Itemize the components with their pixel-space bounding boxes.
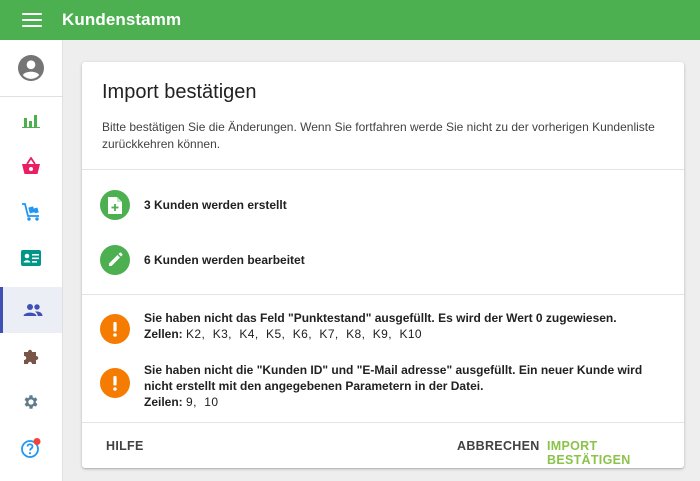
warning-message: Sie haben nicht die "Kunden ID" und "E-M… bbox=[144, 363, 643, 393]
dialog-description: Bitte bestätigen Sie die Änderungen. Wen… bbox=[102, 120, 655, 151]
sidebar-item-customers[interactable] bbox=[0, 287, 62, 333]
sidebar bbox=[0, 40, 63, 481]
divider bbox=[82, 294, 684, 295]
sidebar-item-contacts[interactable] bbox=[0, 235, 62, 281]
cancel-button[interactable]: ABBRECHEN bbox=[457, 439, 540, 453]
dialog-title: Import bestätigen bbox=[102, 81, 257, 103]
warning-item: Sie haben nicht das Feld "Punktestand" a… bbox=[100, 310, 617, 344]
sidebar-item-plugins[interactable] bbox=[0, 333, 62, 379]
gear-icon bbox=[24, 395, 38, 409]
warning-body: Sie haben nicht die "Kunden ID" und "E-M… bbox=[144, 362, 644, 410]
basket-icon bbox=[22, 157, 40, 174]
warning-cells-label: Zellen: bbox=[144, 327, 183, 341]
sidebar-item-shop[interactable] bbox=[0, 143, 62, 189]
file-plus-icon bbox=[100, 190, 130, 220]
help-button[interactable]: HILFE bbox=[106, 439, 144, 453]
summary-created-text: 3 Kunden werden erstellt bbox=[144, 198, 287, 212]
warning-item: Sie haben nicht die "Kunden ID" und "E-M… bbox=[100, 362, 644, 410]
pencil-icon bbox=[100, 245, 130, 275]
app-bar: Kundenstamm bbox=[0, 0, 700, 40]
contact-card-icon bbox=[21, 250, 41, 266]
menu-icon[interactable] bbox=[22, 13, 42, 27]
sidebar-item-help[interactable] bbox=[0, 425, 62, 471]
summary-edited-text: 6 Kunden werden bearbeitet bbox=[144, 253, 305, 267]
exclamation-icon bbox=[100, 314, 130, 344]
puzzle-icon bbox=[24, 349, 39, 364]
summary-edited: 6 Kunden werden bearbeitet bbox=[100, 245, 305, 275]
exclamation-icon bbox=[100, 368, 130, 398]
sidebar-item-statistics[interactable] bbox=[0, 97, 62, 143]
sidebar-item-account[interactable] bbox=[0, 40, 62, 97]
warning-message: Sie haben nicht das Feld "Punktestand" a… bbox=[144, 311, 617, 325]
summary-created: 3 Kunden werden erstellt bbox=[100, 190, 287, 220]
notification-badge bbox=[33, 438, 41, 445]
confirm-import-button[interactable]: IMPORT BESTÄTIGEN bbox=[547, 439, 684, 467]
warning-cells: 9, 10 bbox=[186, 395, 219, 409]
account-circle-icon bbox=[18, 55, 44, 81]
sidebar-item-delivery[interactable] bbox=[0, 189, 62, 235]
bar-chart-icon bbox=[22, 115, 40, 128]
divider bbox=[82, 169, 684, 170]
help-icon bbox=[21, 438, 41, 458]
app-title: Kundenstamm bbox=[62, 10, 182, 29]
warning-body: Sie haben nicht das Feld "Punktestand" a… bbox=[144, 310, 617, 342]
dialog-actions: HILFE ABBRECHEN IMPORT BESTÄTIGEN bbox=[82, 430, 684, 467]
warning-cells: K2, K3, K4, K5, K6, K7, K8, K9, K10 bbox=[186, 327, 423, 341]
sidebar-item-settings[interactable] bbox=[0, 379, 62, 425]
warning-cells-label: Zeilen: bbox=[144, 395, 183, 409]
divider bbox=[82, 422, 684, 423]
import-confirm-dialog: Import bestätigen Bitte bestätigen Sie d… bbox=[82, 62, 684, 468]
cart-icon bbox=[22, 203, 39, 221]
people-icon bbox=[23, 304, 42, 316]
